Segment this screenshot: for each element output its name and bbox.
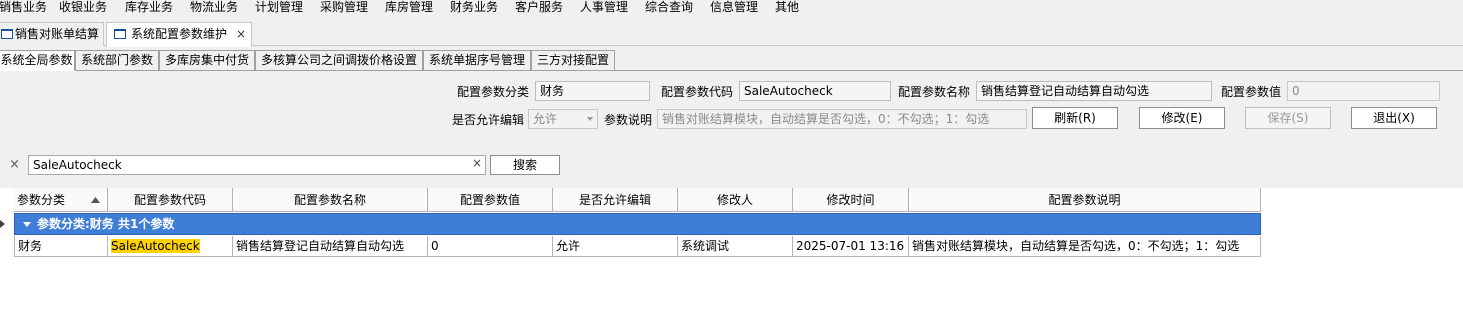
tab-global-params[interactable]: 系统全局参数	[0, 50, 75, 71]
window-icon	[114, 29, 126, 39]
menu-cashier[interactable]: 收银业务	[59, 0, 107, 18]
column-header-name[interactable]: 配置参数名称	[233, 188, 428, 212]
menu-query[interactable]: 综合查询	[645, 0, 693, 18]
clear-icon[interactable]: ×	[472, 156, 482, 170]
menu-sales[interactable]: 销售业务	[0, 0, 47, 18]
category-label: 配置参数分类	[457, 85, 530, 99]
tab-sales-settlement[interactable]: 销售对账单结算	[0, 22, 104, 46]
category-field[interactable]: 财务	[535, 81, 650, 101]
group-row[interactable]: 参数分类:财务 共1个参数	[14, 213, 1261, 235]
sub-tab-bar: 系统全局参数 系统部门参数 多库房集中付货 多核算公司之间调拨价格设置 系统单据…	[0, 50, 1463, 71]
tab-system-config[interactable]: 系统配置参数维护 ×	[106, 22, 252, 47]
tab-transfer-price[interactable]: 多核算公司之间调拨价格设置	[255, 50, 423, 71]
column-header-label: 参数分类	[17, 193, 66, 207]
menu-info[interactable]: 信息管理	[710, 0, 758, 18]
search-button[interactable]: 搜索	[490, 155, 560, 175]
window-icon	[1, 29, 13, 39]
editable-label: 是否允许编辑	[452, 113, 525, 127]
editable-select-value: 允许	[533, 112, 558, 126]
menu-hr[interactable]: 人事管理	[580, 0, 628, 18]
table-cell-category[interactable]: 财务	[14, 236, 108, 257]
column-header-modified-time[interactable]: 修改时间	[793, 188, 909, 212]
params-grid: 参数分类 配置参数代码 配置参数名称 配置参数值 是否允许编辑 修改人 修改时间…	[0, 188, 1463, 311]
column-header-value[interactable]: 配置参数值	[428, 188, 553, 212]
column-header-code[interactable]: 配置参数代码	[108, 188, 233, 212]
tab-multi-warehouse[interactable]: 多库房集中付货	[159, 50, 255, 71]
exit-button[interactable]: 退出(X)	[1351, 107, 1437, 129]
code-field[interactable]: SaleAutocheck	[739, 81, 891, 101]
sort-asc-icon	[91, 197, 100, 203]
menu-other[interactable]: 其他	[775, 0, 799, 18]
column-header-modifier[interactable]: 修改人	[678, 188, 793, 212]
table-cell-modified-time[interactable]: 2025-07-01 13:16	[793, 236, 909, 257]
column-header-description[interactable]: 配置参数说明	[909, 188, 1261, 212]
desc-field[interactable]: 销售对账结算模块，自动结算是否勾选，0：不勾选；1：勾选	[657, 109, 1027, 129]
chevron-down-icon[interactable]	[23, 222, 31, 227]
column-header-editable[interactable]: 是否允许编辑	[553, 188, 678, 212]
table-cell-editable[interactable]: 允许	[553, 236, 678, 257]
save-button[interactable]: 保存(S)	[1245, 107, 1331, 129]
group-row-label: 参数分类:财务 共1个参数	[37, 217, 175, 231]
menu-logistics[interactable]: 物流业务	[190, 0, 238, 18]
search-match-highlight: SaleAutocheck	[111, 239, 200, 253]
value-field[interactable]: 0	[1287, 81, 1440, 101]
menu-bar: 销售业务 收银业务 库存业务 物流业务 计划管理 采购管理 库房管理 财务业务 …	[0, 0, 1463, 18]
tab-label: 系统配置参数维护	[131, 27, 228, 41]
document-tab-bar: 销售对账单结算 系统配置参数维护 ×	[0, 22, 1463, 47]
menu-customer[interactable]: 客户服务	[515, 0, 563, 18]
table-cell-description[interactable]: 销售对账结算模块，自动结算是否勾选，0：不勾选；1：勾选	[909, 236, 1261, 257]
tab-department-params[interactable]: 系统部门参数	[75, 50, 159, 71]
name-field[interactable]: 销售结算登记自动结算自动勾选	[976, 81, 1212, 101]
tab-third-party[interactable]: 三方对接配置	[531, 50, 615, 71]
refresh-button[interactable]: 刷新(R)	[1032, 107, 1118, 129]
menu-warehouse[interactable]: 库房管理	[385, 0, 433, 18]
tab-doc-sequence[interactable]: 系统单据序号管理	[423, 50, 531, 71]
editable-select[interactable]: 允许	[528, 109, 598, 129]
column-header-category[interactable]: 参数分类	[14, 188, 108, 212]
tab-label: 销售对账单结算	[15, 27, 100, 41]
value-label: 配置参数值	[1221, 85, 1282, 99]
table-cell-modifier[interactable]: 系统调试	[678, 236, 793, 257]
row-indicator-icon	[0, 220, 5, 228]
menu-finance[interactable]: 财务业务	[450, 0, 498, 18]
menu-purchasing[interactable]: 采购管理	[320, 0, 368, 18]
close-icon[interactable]: ×	[236, 23, 246, 45]
table-cell-value[interactable]: 0	[428, 236, 553, 257]
table-cell-name[interactable]: 销售结算登记自动结算自动勾选	[233, 236, 428, 257]
close-search-icon[interactable]: ×	[9, 157, 20, 172]
modify-button[interactable]: 修改(E)	[1139, 107, 1225, 129]
desc-label: 参数说明	[604, 113, 653, 127]
menu-planning[interactable]: 计划管理	[255, 0, 303, 18]
code-label: 配置参数代码	[661, 85, 734, 99]
name-label: 配置参数名称	[898, 85, 971, 99]
chevron-down-icon	[587, 117, 593, 121]
search-input[interactable]: SaleAutocheck	[28, 155, 486, 175]
table-cell-code[interactable]: SaleAutocheck	[108, 236, 233, 257]
menu-inventory[interactable]: 库存业务	[125, 0, 173, 18]
